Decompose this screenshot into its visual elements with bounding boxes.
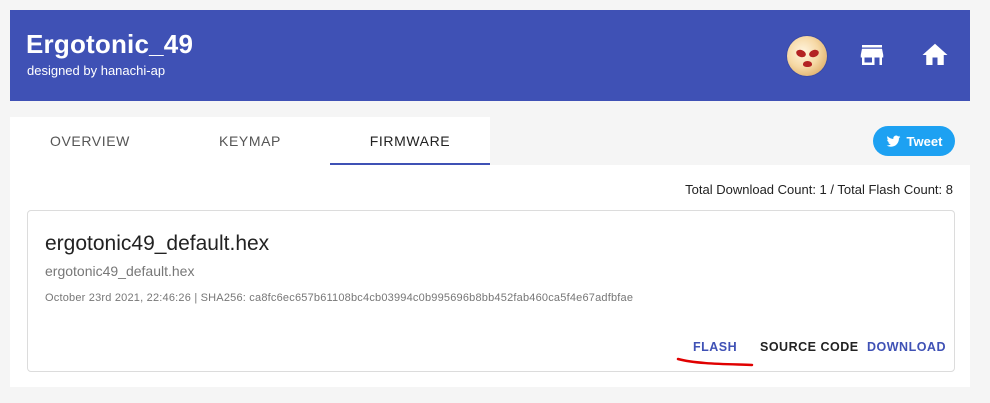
avatar-eye-right xyxy=(808,48,820,59)
avatar-eye-left xyxy=(795,48,807,59)
designer-subtitle: designed by hanachi-ap xyxy=(27,63,166,78)
red-underline-annotation xyxy=(676,357,754,367)
download-button[interactable]: DOWNLOAD xyxy=(867,340,946,354)
firmware-filename: ergotonic49_default.hex xyxy=(45,263,195,279)
download-flash-count: Total Download Count: 1 / Total Flash Co… xyxy=(685,182,953,197)
home-icon[interactable] xyxy=(920,40,950,70)
tweet-button[interactable]: Tweet xyxy=(873,126,955,156)
twitter-icon xyxy=(886,135,900,147)
source-code-button[interactable]: SOURCE CODE xyxy=(760,340,859,354)
firmware-name: ergotonic49_default.hex xyxy=(45,232,270,255)
tab-firmware[interactable]: FIRMWARE xyxy=(330,117,490,165)
app-header: Ergotonic_49 designed by hanachi-ap xyxy=(10,10,970,101)
tab-bar: OVERVIEW KEYMAP FIRMWARE xyxy=(10,117,490,165)
tab-keymap[interactable]: KEYMAP xyxy=(170,117,330,165)
keyboard-title: Ergotonic_49 xyxy=(26,29,194,59)
firmware-meta: October 23rd 2021, 22:46:26 | SHA256: ca… xyxy=(45,292,634,304)
tab-overview[interactable]: OVERVIEW xyxy=(10,117,170,165)
tweet-label: Tweet xyxy=(906,133,943,149)
firmware-card: ergotonic49_default.hex ergotonic49_defa… xyxy=(27,210,955,372)
firmware-panel: Total Download Count: 1 / Total Flash Co… xyxy=(10,165,970,387)
avatar[interactable] xyxy=(787,36,827,76)
avatar-mouth xyxy=(803,61,812,67)
store-icon[interactable] xyxy=(857,40,887,70)
